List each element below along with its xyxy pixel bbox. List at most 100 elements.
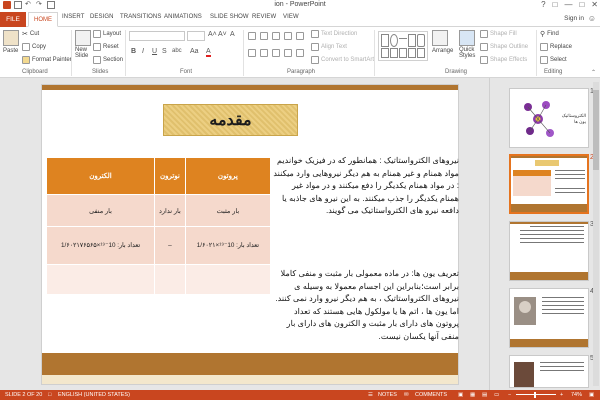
italic-button[interactable]: I — [142, 48, 144, 55]
textbox-shape-icon[interactable] — [408, 34, 416, 47]
spellcheck-icon[interactable]: □ — [48, 392, 51, 398]
new-slide-button[interactable]: New Slide — [75, 30, 91, 59]
oval-shape-icon[interactable] — [390, 34, 398, 47]
minimize-button[interactable]: — — [564, 0, 572, 9]
rectangle-shape-icon[interactable] — [381, 34, 389, 47]
collapse-ribbon-icon[interactable]: ⌃ — [591, 69, 596, 76]
cut-button[interactable]: ✂ Cut — [22, 30, 39, 38]
tab-view[interactable]: VIEW — [283, 14, 299, 20]
zoom-slider-thumb[interactable] — [534, 392, 536, 398]
thumbnail-scrollbar-thumb[interactable] — [593, 90, 599, 170]
triangle-shape-icon[interactable] — [381, 48, 389, 58]
reading-view-icon[interactable]: ▤ — [482, 392, 487, 398]
slide-thumbnail-2[interactable] — [509, 154, 589, 214]
zoom-slider[interactable] — [516, 394, 556, 395]
bullets-icon[interactable] — [248, 32, 256, 40]
table-header-cell[interactable]: پروتون — [184, 157, 272, 195]
shrink-font-button[interactable]: A˅ — [218, 31, 227, 38]
font-color-button[interactable]: A — [206, 48, 211, 57]
underline-button[interactable]: U — [152, 48, 157, 55]
line-spacing-icon[interactable] — [296, 32, 304, 40]
tab-home[interactable]: HOME — [28, 12, 58, 27]
bold-button[interactable]: B — [131, 48, 136, 55]
particle-table[interactable]: الکترون نوترون پروتون بار منفی بار ندارد… — [45, 157, 272, 295]
maximize-button[interactable]: □ — [579, 0, 584, 9]
text-direction-button[interactable]: Text Direction — [311, 30, 357, 38]
decrease-indent-icon[interactable] — [272, 32, 280, 40]
select-button[interactable]: Select — [540, 56, 567, 64]
replace-button[interactable]: Replace — [540, 43, 572, 51]
slide-show-icon[interactable]: ▭ — [494, 392, 499, 398]
tab-transitions[interactable]: TRANSITIONS — [120, 14, 161, 20]
convert-to-smartart-button[interactable]: Convert to SmartArt — [311, 56, 374, 64]
user-icon[interactable]: ☺ — [588, 14, 596, 23]
more-shapes-icon[interactable] — [417, 48, 425, 58]
table-header-cell[interactable]: نوترون — [154, 157, 186, 195]
clear-formatting-button[interactable]: A — [230, 31, 235, 38]
ribbon-display-icon[interactable]: □ — [553, 0, 558, 9]
format-painter-button[interactable]: Format Painter — [22, 56, 72, 64]
columns-icon[interactable] — [296, 49, 304, 57]
table-cell[interactable] — [45, 264, 156, 295]
layout-button[interactable]: Layout — [93, 30, 121, 38]
shapes-gallery[interactable] — [378, 31, 428, 61]
tab-review[interactable]: REVIEW — [252, 14, 276, 20]
reset-button[interactable]: Reset — [93, 43, 119, 51]
sign-in-link[interactable]: Sign in — [564, 15, 584, 22]
justify-icon[interactable] — [284, 49, 292, 57]
tab-design[interactable]: DESIGN — [90, 14, 114, 20]
quick-styles-button[interactable]: Quick Styles — [459, 30, 475, 59]
shape-fill-button[interactable]: Shape Fill — [480, 30, 517, 38]
line-shape-icon[interactable] — [399, 38, 407, 47]
slide-thumbnail-5[interactable] — [509, 355, 589, 388]
table-header-cell[interactable]: الکترون — [45, 157, 156, 195]
language-indicator[interactable]: ENGLISH (UNITED STATES) — [58, 392, 130, 398]
find-button[interactable]: ⚲ Find — [540, 30, 559, 38]
close-button[interactable]: ✕ — [591, 0, 598, 9]
tab-slide-show[interactable]: SLIDE SHOW — [210, 14, 249, 20]
table-cell[interactable]: تعداد بار: 10⁻¹⁹×1/۶۰۲۱ — [184, 226, 272, 265]
align-left-icon[interactable] — [248, 49, 256, 57]
help-button[interactable]: ? — [541, 0, 545, 9]
align-center-icon[interactable] — [260, 49, 268, 57]
table-cell[interactable]: تعداد بار: 10⁻¹⁹×1/۶۰۲۱۷۶۵۶۵ — [45, 226, 156, 265]
slide-paragraph-ions[interactable]: تعریف یون ها: در ماده معمولی بار مثبت و … — [273, 268, 459, 344]
section-button[interactable]: Section — [93, 56, 123, 64]
table-cell[interactable] — [184, 264, 272, 295]
slide-thumbnail-1[interactable]: الکتروستاتیک یون ها — [509, 88, 589, 148]
normal-view-icon[interactable]: ▣ — [458, 392, 463, 398]
brace-shape-icon[interactable] — [408, 48, 416, 58]
change-case-button[interactable]: Aa — [190, 48, 199, 55]
tab-insert[interactable]: INSERT — [62, 14, 85, 20]
star-shape-icon[interactable] — [399, 48, 407, 58]
arrow-shape-icon[interactable] — [390, 48, 398, 58]
notes-button[interactable]: NOTES — [378, 392, 397, 398]
paste-button[interactable]: Paste — [3, 30, 19, 54]
fit-slide-icon[interactable]: ▣ — [589, 392, 594, 398]
font-name-dropdown[interactable] — [129, 31, 185, 41]
copy-button[interactable]: Copy — [22, 43, 46, 51]
font-size-dropdown[interactable] — [187, 31, 205, 41]
zoom-out-icon[interactable]: − — [508, 392, 511, 398]
table-cell[interactable]: بار مثبت — [184, 194, 272, 227]
table-cell[interactable] — [154, 264, 186, 295]
current-slide[interactable]: مقدمه الکترون نوترون پروتون بار منفی بار… — [41, 84, 459, 385]
increase-indent-icon[interactable] — [284, 32, 292, 40]
table-cell[interactable]: بار منفی — [45, 194, 156, 227]
tab-animations[interactable]: ANIMATIONS — [164, 14, 202, 20]
align-right-icon[interactable] — [272, 49, 280, 57]
table-cell[interactable]: – — [154, 226, 186, 265]
character-spacing-button[interactable]: abc — [172, 48, 182, 54]
align-text-button[interactable]: Align Text — [311, 43, 347, 51]
slide-paragraph-electrostatic[interactable]: نیروهای الکترواستاتیک : همانطور که در فی… — [273, 155, 459, 218]
shape-outline-button[interactable]: Shape Outline — [480, 43, 528, 51]
arrange-button[interactable]: Arrange — [432, 30, 453, 54]
table-cell[interactable]: بار ندارد — [154, 194, 186, 227]
shadow-button[interactable]: S — [162, 48, 167, 55]
tab-file[interactable]: FILE — [0, 12, 26, 27]
slide-thumbnail-4[interactable] — [509, 288, 589, 348]
slide-title-box[interactable]: مقدمه — [163, 104, 298, 136]
zoom-level[interactable]: 74% — [571, 392, 582, 398]
slide-sorter-icon[interactable]: ▦ — [470, 392, 475, 398]
shape-effects-button[interactable]: Shape Effects — [480, 56, 527, 64]
